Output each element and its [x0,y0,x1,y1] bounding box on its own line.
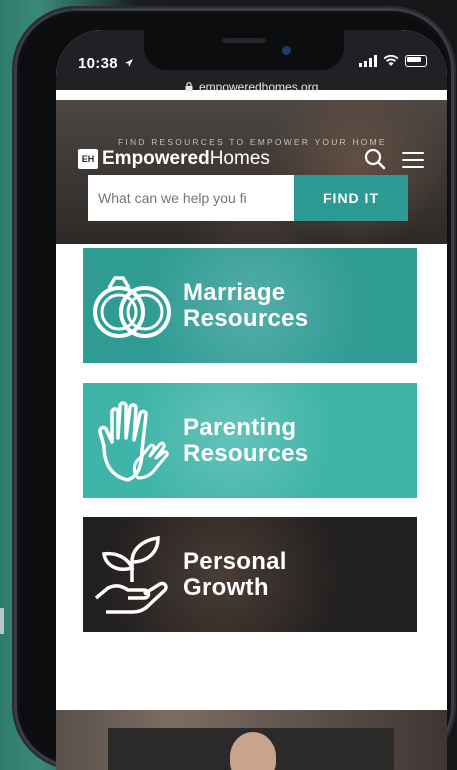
tile-label: Marriage Resources [183,278,309,332]
tile-parenting-resources[interactable]: Parenting Resources [83,383,417,498]
featured-photo [56,710,447,770]
tile-label: Personal Growth [183,547,287,601]
phone-frame: 10:38 empoweredhomes.org FIND RESOURCES … [14,8,454,770]
status-time: 10:38 [78,55,134,72]
find-it-button[interactable]: FIND IT [294,175,408,221]
lock-icon [185,82,193,92]
status-icons [359,55,427,67]
background-mark [0,608,4,634]
phone-screen: 10:38 empoweredhomes.org FIND RESOURCES … [56,30,447,770]
url-text: empoweredhomes.org [198,80,319,94]
site-logo[interactable]: EH EmpoweredHomes [78,148,270,170]
search-icon[interactable] [364,148,386,170]
site-header: FIND RESOURCES TO EMPOWER YOUR HOME EH E… [56,100,447,244]
hamburger-menu-icon[interactable] [402,152,424,173]
tile-marriage-resources[interactable]: Marriage Resources [83,248,417,363]
logo-text: EmpoweredHomes [102,148,270,169]
url-bar[interactable]: empoweredhomes.org [56,80,447,94]
plant-hand-icon [83,517,183,632]
phone-notch [144,30,344,70]
search-input[interactable] [88,175,294,221]
search-form: FIND IT [88,175,408,221]
time-text: 10:38 [78,55,118,72]
hands-icon [83,383,183,498]
speaker-grille [222,38,266,43]
wifi-icon [383,55,399,66]
rings-icon [83,248,183,363]
site-tagline: FIND RESOURCES TO EMPOWER YOUR HOME [118,137,387,147]
header-photo-overlay [56,100,447,244]
battery-icon [405,55,427,67]
logo-badge: EH [78,149,98,169]
tile-personal-growth[interactable]: Personal Growth [83,517,417,632]
tile-label: Parenting Resources [183,413,309,467]
cellular-signal-icon [359,55,377,67]
location-arrow-icon [125,59,134,67]
front-camera [282,46,291,55]
